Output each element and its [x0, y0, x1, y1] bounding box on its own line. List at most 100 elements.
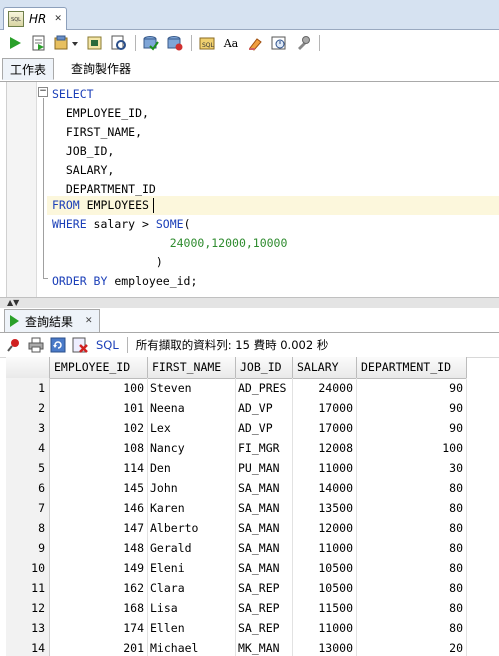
table-cell[interactable]: FI_MGR	[236, 438, 293, 458]
table-cell[interactable]: 11000	[293, 538, 357, 558]
table-cell[interactable]: AD_VP	[236, 418, 293, 438]
table-cell[interactable]: Nancy	[148, 438, 236, 458]
table-cell[interactable]: 90	[357, 398, 467, 418]
table-row[interactable]: 4 108 Nancy FI_MGR 12008 100	[6, 438, 467, 458]
table-cell[interactable]: 12008	[293, 438, 357, 458]
table-cell[interactable]: 11000	[293, 618, 357, 638]
column-header-department-id[interactable]: DEPARTMENT_ID	[357, 357, 467, 378]
table-row[interactable]: 7 146 Karen SA_MAN 13500 80	[6, 498, 467, 518]
table-row[interactable]: 3 102 Lex AD_VP 17000 90	[6, 418, 467, 438]
table-row[interactable]: 8 147 Alberto SA_MAN 12000 80	[6, 518, 467, 538]
table-cell[interactable]: 80	[357, 598, 467, 618]
table-cell[interactable]: Ellen	[148, 618, 236, 638]
column-header-employee-id[interactable]: EMPLOYEE_ID	[50, 357, 148, 378]
table-cell[interactable]: AD_VP	[236, 398, 293, 418]
table-cell[interactable]: 12000	[293, 518, 357, 538]
table-cell[interactable]: Michael	[148, 638, 236, 656]
sql-history-icon[interactable]	[270, 34, 288, 52]
table-cell[interactable]: John	[148, 478, 236, 498]
table-cell[interactable]: 20	[357, 638, 467, 656]
table-cell[interactable]: MK_MAN	[236, 638, 293, 656]
clear-icon[interactable]	[246, 34, 264, 52]
column-header-job-id[interactable]: JOB_ID	[236, 357, 293, 378]
table-cell[interactable]: Karen	[148, 498, 236, 518]
table-cell[interactable]: 108	[50, 438, 148, 458]
tab-query-result[interactable]: 查詢結果 ✕	[4, 309, 100, 332]
table-cell[interactable]: 80	[357, 478, 467, 498]
table-cell[interactable]: Eleni	[148, 558, 236, 578]
table-cell[interactable]: SA_MAN	[236, 538, 293, 558]
tab-worksheet[interactable]: 工作表	[2, 58, 55, 80]
table-cell[interactable]: 80	[357, 558, 467, 578]
table-row[interactable]: 10 149 Eleni SA_MAN 10500 80	[6, 558, 467, 578]
tools-icon[interactable]	[294, 34, 312, 52]
table-row[interactable]: 14 201 Michael MK_MAN 13000 20	[6, 638, 467, 656]
table-cell[interactable]: 10500	[293, 578, 357, 598]
table-cell[interactable]: 174	[50, 618, 148, 638]
table-cell[interactable]: 80	[357, 618, 467, 638]
rollback-icon[interactable]	[166, 34, 184, 52]
autotrace-icon[interactable]	[86, 34, 104, 52]
table-cell[interactable]: 147	[50, 518, 148, 538]
table-cell[interactable]: 14000	[293, 478, 357, 498]
table-cell[interactable]: 148	[50, 538, 148, 558]
cancel-query-icon[interactable]	[72, 337, 88, 353]
table-cell[interactable]: 10500	[293, 558, 357, 578]
table-cell[interactable]: 17000	[293, 398, 357, 418]
document-tab-hr[interactable]: SQL HR ✕	[3, 7, 67, 30]
table-cell[interactable]: Lisa	[148, 598, 236, 618]
table-cell[interactable]: PU_MAN	[236, 458, 293, 478]
table-row[interactable]: 6 145 John SA_MAN 14000 80	[6, 478, 467, 498]
splitter-arrows-icon[interactable]: ▲▼	[7, 298, 19, 307]
sql-tuning-icon[interactable]: SQL	[198, 34, 216, 52]
run-statement-icon[interactable]	[6, 34, 24, 52]
table-row[interactable]: 2 101 Neena AD_VP 17000 90	[6, 398, 467, 418]
fold-toggle-icon[interactable]: −	[38, 87, 48, 97]
table-cell[interactable]: SA_MAN	[236, 498, 293, 518]
table-cell[interactable]: 80	[357, 518, 467, 538]
table-cell[interactable]: Steven	[148, 378, 236, 398]
to-uppercase-icon[interactable]: Aa	[222, 34, 240, 52]
table-cell[interactable]: 11500	[293, 598, 357, 618]
refresh-icon[interactable]	[50, 337, 66, 353]
table-cell[interactable]: 90	[357, 418, 467, 438]
table-row[interactable]: 5 114 Den PU_MAN 11000 30	[6, 458, 467, 478]
table-cell[interactable]: 146	[50, 498, 148, 518]
table-cell[interactable]: 30	[357, 458, 467, 478]
table-cell[interactable]: 11000	[293, 458, 357, 478]
table-cell[interactable]: 80	[357, 538, 467, 558]
explain-plan-icon[interactable]	[110, 34, 128, 52]
table-row[interactable]: 9 148 Gerald SA_MAN 11000 80	[6, 538, 467, 558]
table-cell[interactable]: 201	[50, 638, 148, 656]
table-row[interactable]: 13 174 Ellen SA_REP 11000 80	[6, 618, 467, 638]
table-cell[interactable]: Den	[148, 458, 236, 478]
commit-icon[interactable]	[142, 34, 160, 52]
commit-dropdown-icon[interactable]	[54, 34, 80, 52]
pin-icon[interactable]	[6, 337, 22, 353]
table-cell[interactable]: 90	[357, 378, 467, 398]
table-row[interactable]: 1 100 Steven AD_PRES 24000 90	[6, 378, 467, 398]
table-cell[interactable]: Lex	[148, 418, 236, 438]
table-cell[interactable]: 13500	[293, 498, 357, 518]
table-cell[interactable]: Gerald	[148, 538, 236, 558]
run-script-icon[interactable]	[30, 34, 48, 52]
table-cell[interactable]: 102	[50, 418, 148, 438]
table-row[interactable]: 12 168 Lisa SA_REP 11500 80	[6, 598, 467, 618]
sql-editor[interactable]: − SELECT EMPLOYEE_ID, FIRST_NAME, JOB_ID…	[6, 82, 499, 297]
table-cell[interactable]: 149	[50, 558, 148, 578]
table-cell[interactable]: SA_REP	[236, 578, 293, 598]
table-cell[interactable]: 162	[50, 578, 148, 598]
table-cell[interactable]: 145	[50, 478, 148, 498]
table-cell[interactable]: Clara	[148, 578, 236, 598]
sql-link[interactable]: SQL	[96, 338, 119, 352]
table-cell[interactable]: SA_MAN	[236, 478, 293, 498]
table-cell[interactable]: Alberto	[148, 518, 236, 538]
close-result-tab-icon[interactable]: ✕	[85, 316, 93, 326]
tab-query-builder[interactable]: 查詢製作器	[64, 58, 138, 80]
table-cell[interactable]: 80	[357, 498, 467, 518]
table-cell[interactable]: 114	[50, 458, 148, 478]
table-cell[interactable]: 100	[50, 378, 148, 398]
table-cell[interactable]: 168	[50, 598, 148, 618]
table-cell[interactable]: SA_REP	[236, 618, 293, 638]
table-cell[interactable]: 17000	[293, 418, 357, 438]
